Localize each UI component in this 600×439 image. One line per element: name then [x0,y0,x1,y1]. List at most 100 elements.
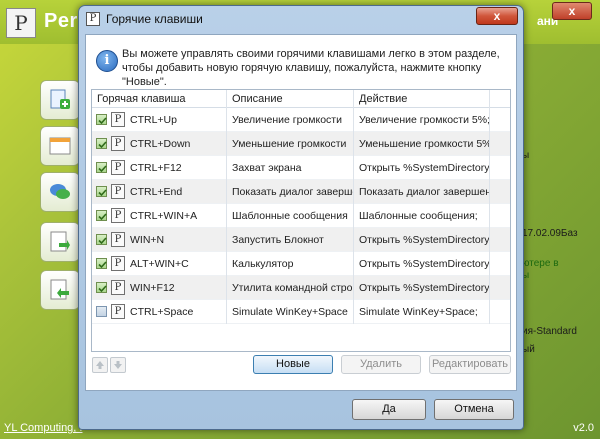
spacer-cell [490,300,510,324]
program-icon: P [111,136,125,151]
arrow-down-icon [114,361,122,369]
column-header-spacer [490,90,510,108]
description-cell: Показать диалог завершен [227,180,354,204]
program-icon: P [111,304,125,319]
enable-checkbox[interactable] [96,186,107,197]
spacer-cell [490,180,510,204]
background-text-2: 17.02.09Баз [522,228,578,239]
export-icon [50,231,70,252]
dialog-content: i Вы можете управлять своими горячими кл… [85,34,517,391]
background-app-title: Per [44,10,78,32]
info-panel: i Вы можете управлять своими горячими кл… [96,45,506,88]
program-icon: P [111,232,125,247]
hotkey-label: CTRL+Up [130,114,177,126]
enable-checkbox[interactable] [96,138,107,149]
action-cell: Увеличение громкости 5%; [354,108,490,132]
table-row[interactable]: P CTRL+Up Увеличение громкости Увеличение г… [92,108,510,132]
info-text: Вы можете управлять своими горячими клав… [122,48,500,88]
company-link[interactable]: YL Computing, I [4,422,82,434]
program-icon: P [111,256,125,271]
background-text-5: ия-Standard [522,326,577,337]
enable-checkbox[interactable] [96,282,107,293]
chat-bubbles-icon [50,184,70,199]
column-header-action[interactable]: Действие [354,90,490,108]
app-logo-icon: P [6,8,36,38]
table-row[interactable]: P WIN+F12 Утилита командной строки Открыть … [92,276,510,300]
hotkey-cell: P CTRL+WIN+A [92,204,227,228]
background-text-3: ютере в [522,258,559,269]
dialog-app-icon: P [86,12,100,26]
program-icon: P [111,112,125,127]
hotkey-cell: P CTRL+Space [92,300,227,324]
spacer-cell [490,108,510,132]
hotkey-cell: P CTRL+Up [92,108,227,132]
hotkey-label: CTRL+End [130,186,183,198]
enable-checkbox[interactable] [96,234,107,245]
column-header-description[interactable]: Описание [227,90,354,108]
action-cell: Показать диалог завершения [354,180,490,204]
new-button[interactable]: Новые [253,355,333,374]
enable-checkbox[interactable] [96,162,107,173]
table-row[interactable]: P CTRL+F12 Захват экрана Открыть %SystemDir… [92,156,510,180]
hotkey-cell: P WIN+N [92,228,227,252]
column-header-hotkey[interactable]: Горячая клавиша [92,90,227,108]
cancel-button[interactable]: Отмена [434,399,514,420]
hotkeys-dialog: P Горячие клавиши x i Вы можете управлят… [78,5,524,430]
hotkey-label: CTRL+Space [130,306,194,318]
import-icon [50,279,69,300]
spacer-cell [490,132,510,156]
window-icon [49,137,71,155]
description-cell: Увеличение громкости [227,108,354,132]
dialog-close-button[interactable]: x [476,7,518,25]
action-cell: Шаблонные сообщения; [354,204,490,228]
program-icon: P [111,208,125,223]
program-icon: P [111,184,125,199]
table-body: P CTRL+Up Увеличение громкости Увеличение г… [92,108,510,324]
enable-checkbox[interactable] [96,306,107,317]
delete-button[interactable]: Удалить [341,355,421,374]
hotkey-label: CTRL+F12 [130,162,182,174]
spacer-cell [490,204,510,228]
ok-button[interactable]: Да [352,399,426,420]
background-close-button[interactable]: x [552,2,592,20]
description-cell: Уменьшение громкости [227,132,354,156]
table-row[interactable]: P CTRL+Space Simulate WinKey+Space Simulate… [92,300,510,324]
hotkey-cell: P CTRL+Down [92,132,227,156]
sidebar-tile-import[interactable] [40,270,80,310]
move-up-button[interactable] [92,357,108,373]
table-header: Горячая клавиша Описание Действие [92,90,510,108]
action-cell: Уменьшение громкости 5%; [354,132,490,156]
table-row[interactable]: P CTRL+WIN+A Шаблонные сообщения Шаблонные … [92,204,510,228]
program-icon: P [111,160,125,175]
description-cell: Калькулятор [227,252,354,276]
arrow-up-icon [96,361,104,369]
table-row[interactable]: P CTRL+End Показать диалог завершен Показат… [92,180,510,204]
table-row[interactable]: P ALT+WIN+C Калькулятор Открыть %SystemDire… [92,252,510,276]
action-cell: Открыть %SystemDirectory% [354,156,490,180]
sidebar-tile-window[interactable] [40,126,80,166]
spacer-cell [490,156,510,180]
enable-checkbox[interactable] [96,114,107,125]
spacer-cell [490,276,510,300]
dialog-titlebar[interactable]: P Горячие клавиши x [79,6,523,32]
spacer-cell [490,228,510,252]
dialog-title: Горячие клавиши [106,12,203,26]
action-cell: Открыть %SystemDirectory% [354,252,490,276]
hotkey-label: ALT+WIN+C [130,258,189,270]
table-row[interactable]: P CTRL+Down Уменьшение громкости Уменьшение… [92,132,510,156]
table-row[interactable]: P WIN+N Запустить Блокнот Открыть %SystemDi… [92,228,510,252]
sidebar-tile-add[interactable] [40,80,80,120]
description-cell: Шаблонные сообщения [227,204,354,228]
hotkey-cell: P CTRL+End [92,180,227,204]
hotkey-label: CTRL+Down [130,138,191,150]
background-sidebar [0,44,80,419]
sidebar-tile-export[interactable] [40,222,80,262]
program-icon: P [111,280,125,295]
move-down-button[interactable] [110,357,126,373]
hotkey-cell: P WIN+F12 [92,276,227,300]
hotkey-cell: P ALT+WIN+C [92,252,227,276]
enable-checkbox[interactable] [96,210,107,221]
edit-button[interactable]: Редактировать [429,355,511,374]
enable-checkbox[interactable] [96,258,107,269]
sidebar-tile-messages[interactable] [40,172,80,212]
